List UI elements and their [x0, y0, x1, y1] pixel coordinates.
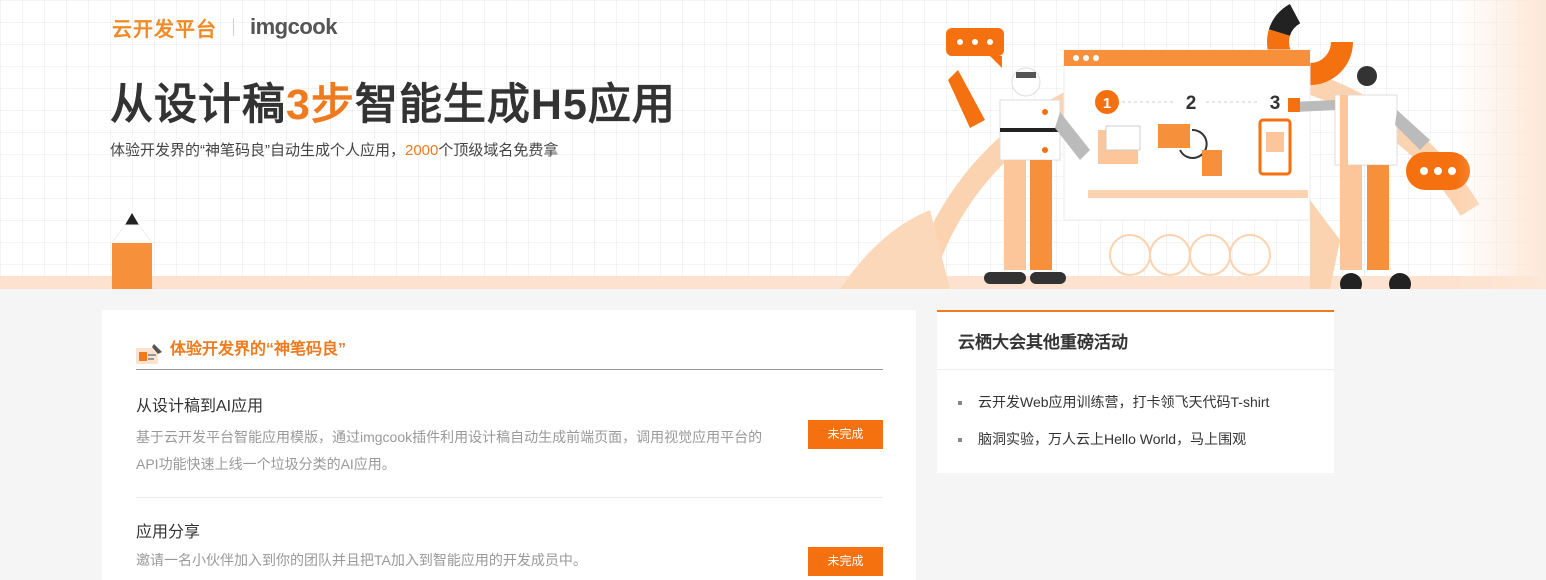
task-item: 应用分享 邀请一名小伙伴加入到你的团队并且把TA加入到智能应用的开发成员中。 未…: [136, 522, 883, 576]
imgcook-badge-icon: [136, 344, 162, 364]
hero-subtitle-part2: 个顶级域名免费拿: [438, 142, 559, 159]
section-title: 体验开发界的“神笔码良”: [170, 341, 347, 358]
task-description: 基于云开发平台智能应用模版，通过imgcook插件利用设计稿自动生成前端页面，调…: [136, 429, 763, 472]
step-1-label: 1: [1103, 95, 1111, 112]
hero-title: 从设计稿3步智能生成H5应用: [110, 70, 676, 132]
step-2-label: 2: [1186, 93, 1197, 114]
task-title: 应用分享: [136, 524, 201, 541]
activities-card: 云栖大会其他重磅活动 云开发Web应用训练营，打卡领飞天代码T-shirt 脑洞…: [937, 310, 1334, 473]
hero-subtitle: 体验开发界的“神笔码良”自动生成个人应用，2000个顶级域名免费拿: [110, 139, 558, 160]
hero-title-part2: 智能生成H5应用: [354, 81, 676, 129]
task-card: 体验开发界的“神笔码良” 从设计稿到AI应用 基于云开发平台智能应用模版，通过i…: [102, 310, 916, 580]
activities-title: 云栖大会其他重磅活动: [958, 333, 1128, 352]
hero-right-gradient: [1456, 0, 1546, 289]
task-status-button[interactable]: 未完成: [808, 547, 883, 576]
activity-link[interactable]: 云开发Web应用训练营，打卡领飞天代码T-shirt: [958, 384, 1334, 421]
activities-header: 云栖大会其他重磅活动: [937, 312, 1334, 370]
task-item: 从设计稿到AI应用 基于云开发平台智能应用模版，通过imgcook插件利用设计稿…: [136, 396, 883, 478]
section-header: 体验开发界的“神笔码良”: [136, 338, 883, 370]
brand-divider: [233, 18, 234, 36]
task-description: 邀请一名小伙伴加入到你的团队并且把TA加入到智能应用的开发成员中。: [136, 552, 587, 568]
hero-subtitle-highlight: 2000: [405, 142, 439, 159]
activity-link[interactable]: 脑洞实验，万人云上Hello World，马上围观: [958, 421, 1334, 458]
hero-illustration: 1 2 3: [840, 0, 1480, 289]
task-status-button[interactable]: 未完成: [808, 420, 883, 449]
task-divider: [136, 497, 883, 498]
brand-logo[interactable]: 云开发平台 imgcook: [112, 13, 337, 41]
step-3-label: 3: [1270, 93, 1281, 114]
hero-subtitle-part1: 体验开发界的“神笔码良”自动生成个人应用，: [110, 142, 405, 159]
hero-title-highlight: 3步: [286, 81, 355, 129]
hero-title-part1: 从设计稿: [110, 81, 286, 129]
brand-name-en: imgcook: [250, 14, 337, 39]
pencil-icon: [112, 213, 152, 289]
task-title: 从设计稿到AI应用: [136, 398, 264, 415]
activities-list: 云开发Web应用训练营，打卡领飞天代码T-shirt 脑洞实验，万人云上Hell…: [937, 370, 1334, 458]
hero-banner: 云开发平台 imgcook 从设计稿3步智能生成H5应用 体验开发界的“神笔码良…: [0, 0, 1546, 289]
brand-name-cn: 云开发平台: [112, 18, 217, 41]
